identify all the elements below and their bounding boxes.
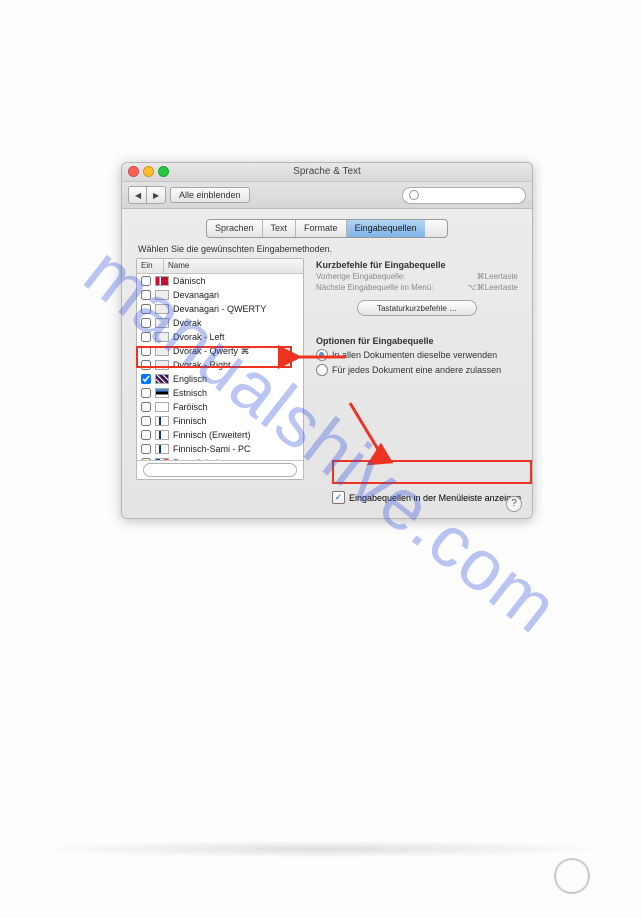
list-item[interactable]: Finnisch <box>137 414 303 428</box>
list-item-label: Estnisch <box>173 388 207 398</box>
column-header-ein[interactable]: Ein <box>137 259 164 273</box>
window-title: Sprache & Text <box>293 166 361 177</box>
show-in-menubar-label: Eingabequellen in der Menüleiste anzeige… <box>349 493 521 503</box>
radio-per-document[interactable]: Für jedes Dokument eine andere zulassen <box>316 364 518 376</box>
list-item-checkbox[interactable] <box>141 276 151 286</box>
list-item-label: Dvorak - Left <box>173 332 225 342</box>
search-input[interactable] <box>402 187 526 204</box>
tab-eingabequellen[interactable]: Eingabequellen <box>347 220 425 237</box>
list-item-label: Dänisch <box>173 276 206 286</box>
flag-icon <box>155 430 169 440</box>
list-item-checkbox[interactable] <box>141 290 151 300</box>
input-source-list: Ein Name Dänisch Devanagari Devanagari - Q… <box>136 258 304 480</box>
list-item-checkbox[interactable] <box>141 388 151 398</box>
list-item[interactable]: Finnisch (Erweitert) <box>137 428 303 442</box>
toolbar: ◀ ▶ Alle einblenden <box>122 182 532 209</box>
flag-icon <box>155 318 169 328</box>
radio-same-all[interactable]: In allen Dokumenten dieselbe verwenden <box>316 349 518 361</box>
list-item[interactable]: Dänisch <box>137 274 303 288</box>
tab-bar: SprachenTextFormateEingabequellen <box>206 219 448 238</box>
prev-shortcut-key: ⌘Leertaste <box>477 272 518 281</box>
list-item-label: Devanagari - QWERTY <box>173 304 266 314</box>
flag-icon <box>155 346 169 356</box>
next-shortcut-label: Nächste Eingabequelle im Menü: <box>316 283 433 292</box>
list-item-label: Dvorak - Qwerty ⌘ <box>173 346 250 357</box>
list-item[interactable]: Devanagari - QWERTY <box>137 302 303 316</box>
page-number-circle <box>554 858 590 894</box>
list-item-checkbox[interactable] <box>141 304 151 314</box>
list-item[interactable]: Dvorak <box>137 316 303 330</box>
flag-icon <box>155 374 169 384</box>
list-item[interactable]: Devanagari <box>137 288 303 302</box>
flag-icon <box>155 416 169 426</box>
list-item-checkbox[interactable] <box>141 430 151 440</box>
radio-icon <box>316 349 328 361</box>
next-shortcut-key: ⌥⌘Leertaste <box>467 283 518 292</box>
list-item-checkbox[interactable] <box>141 416 151 426</box>
list-item-checkbox[interactable] <box>141 360 151 370</box>
list-item-checkbox[interactable] <box>141 444 151 454</box>
list-item-label: Devanagari <box>173 290 219 300</box>
flag-icon <box>155 290 169 300</box>
flag-icon <box>155 444 169 454</box>
show-all-button[interactable]: Alle einblenden <box>170 187 250 203</box>
show-in-menubar-checkbox[interactable]: ✓ Eingabequellen in der Menüleiste anzei… <box>332 491 521 504</box>
instruction-text: Wählen Sie die gewünschten Eingabemethod… <box>138 244 518 254</box>
page-shadow <box>30 840 612 858</box>
tab-sprachen[interactable]: Sprachen <box>207 220 263 237</box>
close-icon[interactable] <box>128 166 139 177</box>
list-item-label: Finnisch <box>173 416 207 426</box>
list-item[interactable]: Dvorak - Right <box>137 358 303 372</box>
list-item-label: Faröisch <box>173 402 208 412</box>
list-item[interactable]: Dvorak - Qwerty ⌘ <box>137 344 303 358</box>
flag-icon <box>155 332 169 342</box>
list-item[interactable]: Dvorak - Left <box>137 330 303 344</box>
zoom-icon[interactable] <box>158 166 169 177</box>
list-item-label: Finnisch-Sami - PC <box>173 444 251 454</box>
keyboard-shortcuts-button[interactable]: Tastaturkurzbefehle … <box>357 300 477 316</box>
shortcuts-title: Kurzbefehle für Eingabequelle <box>316 260 518 270</box>
list-item[interactable]: Estnisch <box>137 386 303 400</box>
flag-icon <box>155 276 169 286</box>
list-item[interactable]: Englisch <box>137 372 303 386</box>
options-title: Optionen für Eingabequelle <box>316 336 518 346</box>
window-titlebar: Sprache & Text <box>122 163 532 182</box>
prev-shortcut-label: Vorherige Eingabequelle: <box>316 272 405 281</box>
checkbox-icon: ✓ <box>332 491 345 504</box>
flag-icon <box>155 388 169 398</box>
list-item-checkbox[interactable] <box>141 402 151 412</box>
list-item-checkbox[interactable] <box>141 332 151 342</box>
back-button[interactable]: ◀ <box>129 187 147 203</box>
forward-button[interactable]: ▶ <box>147 187 165 203</box>
list-item[interactable]: Faröisch <box>137 400 303 414</box>
flag-icon <box>155 402 169 412</box>
list-item-checkbox[interactable] <box>141 346 151 356</box>
list-item-label: Finnisch (Erweitert) <box>173 430 251 440</box>
minimize-icon[interactable] <box>143 166 154 177</box>
nav-segment: ◀ ▶ <box>128 186 166 204</box>
list-item-label: Englisch <box>173 374 207 384</box>
list-item[interactable]: Finnisch-Sami - PC <box>137 442 303 456</box>
tab-formate[interactable]: Formate <box>296 220 347 237</box>
list-item-checkbox[interactable] <box>141 374 151 384</box>
flag-icon <box>155 304 169 314</box>
flag-icon <box>155 360 169 370</box>
list-item-label: Dvorak - Right <box>173 360 231 370</box>
tab-text[interactable]: Text <box>263 220 297 237</box>
list-item-checkbox[interactable] <box>141 318 151 328</box>
column-header-name[interactable]: Name <box>164 259 303 273</box>
help-button[interactable]: ? <box>506 496 522 512</box>
radio-icon <box>316 364 328 376</box>
list-search-input[interactable] <box>143 463 297 477</box>
list-item-label: Dvorak <box>173 318 202 328</box>
